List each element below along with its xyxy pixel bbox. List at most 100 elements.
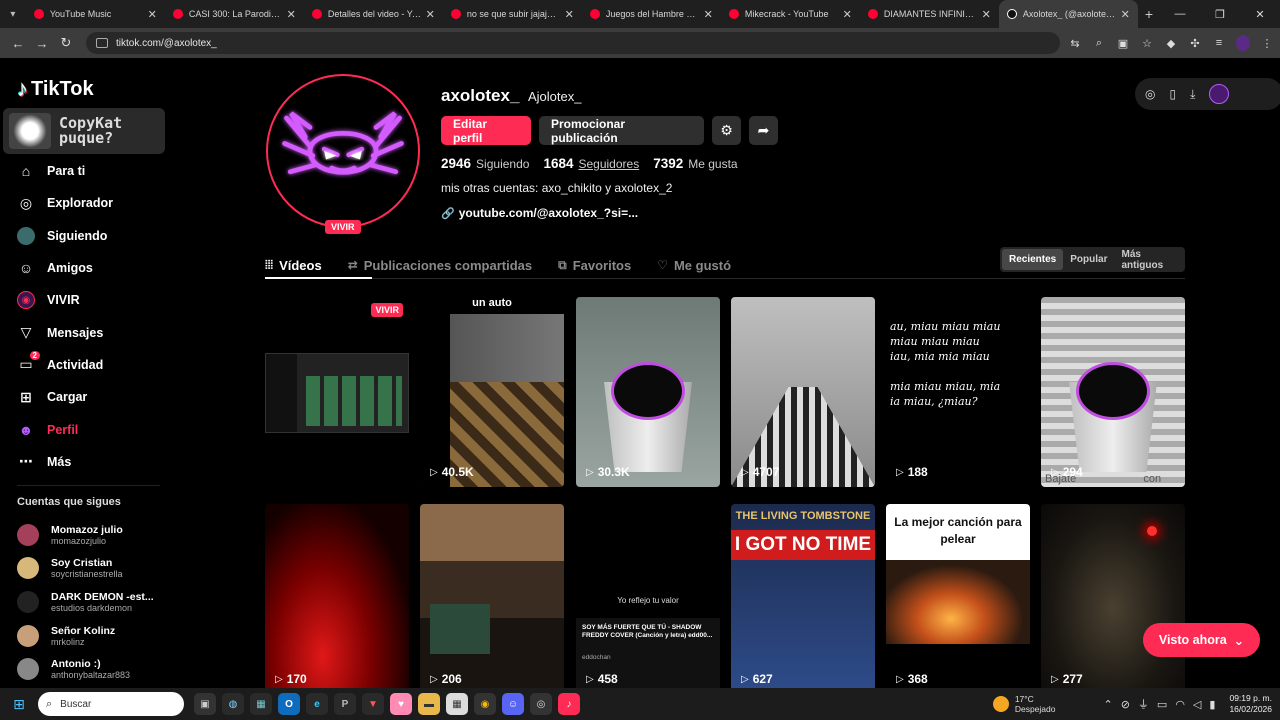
sidebar-item-actividad[interactable]: ▭ 2 Actividad [17, 349, 167, 381]
browser-tab[interactable]: DIAMANTES INFINITOS E ✕ [860, 0, 999, 28]
task-view-icon[interactable]: ▣ [194, 693, 216, 715]
video-card[interactable]: ▷ 170 [265, 504, 409, 688]
back-icon[interactable]: ← [6, 36, 30, 51]
sidebar-item-amigos[interactable]: ☺ Amigos [17, 252, 167, 284]
battery-icon[interactable]: ▮ [1209, 698, 1215, 711]
sidebar-item-más[interactable]: ⋯ Más [17, 446, 167, 478]
chevron-up-icon[interactable]: ⌃ [1103, 698, 1112, 711]
tab-close-icon[interactable]: ✕ [1121, 8, 1130, 21]
tab-close-icon[interactable]: ✕ [426, 8, 435, 21]
store-icon[interactable]: ▦ [250, 693, 272, 715]
browser-tab[interactable]: Mikecrack - YouTube ✕ [721, 0, 860, 28]
live-badge[interactable]: VIVIR [325, 220, 361, 234]
edit-profile-button[interactable]: Editar perfil [441, 116, 531, 145]
app-p-icon[interactable]: P [334, 693, 356, 715]
following-account-item[interactable]: Antonio :) anthonybaltazar883 [17, 652, 167, 686]
tab-favoritos[interactable]: ⧉ Favoritos [558, 251, 631, 279]
video-card[interactable]: Bajate con ▷ 294 [1041, 297, 1185, 487]
outlook-icon[interactable]: O [278, 693, 300, 715]
following-account-item[interactable]: Señor Kolinz mrkolinz [17, 619, 167, 653]
windows-start-icon[interactable]: ⊞ [8, 693, 30, 715]
sidebar-item-para-ti[interactable]: ⌂ Para ti [17, 155, 167, 187]
tab-vídeos[interactable]: ⦙⦙⦙ Vídeos [265, 251, 322, 279]
recently-viewed-button[interactable]: Visto ahora ⌄ [1143, 623, 1260, 657]
install-app-icon[interactable]: ▣ [1116, 37, 1130, 50]
browser-profile-avatar[interactable] [1236, 35, 1250, 51]
sidebar-item-mensajes[interactable]: ▽ Mensajes [17, 316, 167, 348]
browser-tab[interactable]: CASI 300: La Parodia GAY ✕ [165, 0, 304, 28]
video-card[interactable]: La mejor canción para pelear ▷ 368 [886, 504, 1030, 688]
following-account-item[interactable]: DARK DEMON -est... estudios darkdemon [17, 585, 167, 619]
edge-icon[interactable]: e [306, 693, 328, 715]
translate-icon[interactable]: ⇆ [1068, 37, 1082, 50]
video-card[interactable]: ▷ 206 [420, 504, 564, 688]
video-card[interactable]: un auto ▷ 40.5K [420, 297, 564, 487]
discord-icon[interactable]: ☺ [502, 693, 524, 715]
url-input[interactable]: tiktok.com/@axolotex_ [86, 32, 1060, 54]
video-card[interactable]: ▷ 4707 [731, 297, 875, 487]
browser-tab[interactable]: no se que subir jajajaj #m ✕ [443, 0, 582, 28]
promote-post-button[interactable]: Promocionar publicación [539, 116, 704, 145]
minecraft-icon[interactable]: ▦ [446, 693, 468, 715]
sort-option[interactable]: Recientes [1002, 249, 1064, 270]
tiktok-taskbar-icon[interactable]: ♪ [558, 693, 580, 715]
sidebar-item-siguiendo[interactable]: ● Siguiendo [17, 220, 167, 252]
wifi-icon[interactable]: ◠ [1175, 698, 1185, 711]
close-window-icon[interactable]: ✕ [1240, 8, 1280, 21]
tab-close-icon[interactable]: ✕ [287, 8, 296, 21]
following-account-item[interactable]: Soy Cristian soycristianestrella [17, 552, 167, 586]
settings-gear-button[interactable]: ⚙ [712, 116, 741, 145]
extensions-puzzle-icon[interactable]: ✣ [1188, 37, 1202, 50]
video-card[interactable]: ▷ 277 [1041, 504, 1185, 688]
tab-search-icon[interactable]: ▾ [0, 0, 26, 28]
browser-tab[interactable]: YouTube Music ✕ [26, 0, 165, 28]
tiktok-logo[interactable]: ♪ TikTok [17, 76, 94, 102]
following-account-item[interactable]: Momazoz julio momazozjulio [17, 518, 167, 552]
restore-icon[interactable]: ❐ [1200, 8, 1240, 21]
site-info-icon[interactable] [96, 38, 108, 48]
browser-tab[interactable]: Detalles del video - YouTu ✕ [304, 0, 443, 28]
account-avatar[interactable] [1209, 84, 1230, 104]
minimize-icon[interactable]: — [1160, 8, 1200, 21]
browser-tab[interactable]: Juegos del Hambre #0 - ✕ [582, 0, 721, 28]
browser-tab[interactable]: Axolotex_ (@axolotex_) | ✕ [998, 0, 1138, 28]
extension-diamond-icon[interactable]: ◆ [1164, 37, 1178, 50]
taskbar-search-input[interactable]: ⌕ Buscar [38, 692, 184, 716]
chrome-icon[interactable]: ◉ [474, 693, 496, 715]
tab-close-icon[interactable]: ✕ [565, 8, 574, 21]
tab-close-icon[interactable]: ✕ [704, 8, 713, 21]
tab-publicaciones-compartidas[interactable]: ⇄ Publicaciones compartidas [348, 251, 532, 279]
video-card[interactable]: Yo reflejo tu valor SOY MÁS FUERTE QUE TÚ… [576, 504, 720, 688]
sidebar-item-vivir[interactable]: ◉ VIVIR [17, 284, 167, 316]
following-stat[interactable]: 2946 Siguiendo [441, 156, 529, 171]
profile-link[interactable]: 🔗 youtube.com/@axolotex_?si=... [441, 206, 638, 220]
video-card[interactable]: THE LIVING TOMBSTONE I GOT NO TIME ▷ 627 [731, 504, 875, 688]
tab-me-gustó[interactable]: ♡ Me gustó [657, 251, 731, 279]
video-card[interactable]: VIVIR [265, 297, 409, 487]
tab-close-icon[interactable]: ✕ [843, 8, 852, 21]
tab-close-icon[interactable]: ✕ [148, 8, 157, 21]
sidebar-item-cargar[interactable]: ⊞ Cargar [17, 381, 167, 413]
volume-icon[interactable]: ◁ [1193, 698, 1201, 711]
video-card[interactable]: au, miau miau miau miau miau miau iau, mia… [886, 297, 1030, 487]
file-explorer-icon[interactable]: ▬ [418, 693, 440, 715]
video-card[interactable]: ▷ 30.3K [576, 297, 720, 487]
reload-icon[interactable]: ↻ [54, 35, 78, 51]
sort-option[interactable]: Popular [1063, 249, 1114, 270]
network-off-icon[interactable]: ⊘ [1121, 698, 1130, 711]
clock[interactable]: 09:19 p. m. 16/02/2026 [1229, 693, 1272, 715]
sidebar-item-explorador[interactable]: ◎ Explorador [17, 187, 167, 219]
download-icon[interactable]: ⤓ [1190, 87, 1195, 102]
app-triangle-icon[interactable]: ▼ [362, 693, 384, 715]
creator-tools-icon[interactable]: ◎ [1145, 87, 1155, 101]
sort-option[interactable]: Más antiguos [1114, 249, 1183, 271]
profile-avatar[interactable] [266, 74, 420, 228]
browser-menu-icon[interactable]: ⋮ [1260, 37, 1274, 50]
weather-widget[interactable]: 17°C Despejado [992, 694, 1055, 714]
obs-icon[interactable]: ◎ [530, 693, 552, 715]
followers-stat[interactable]: 1684 Seguidores [543, 156, 639, 171]
app-heart-icon[interactable]: ♥ [390, 693, 412, 715]
sidebar-item-perfil[interactable]: ☻ Perfil [17, 413, 167, 445]
forward-icon[interactable]: → [30, 36, 54, 51]
share-profile-button[interactable]: ➦ [749, 116, 778, 145]
